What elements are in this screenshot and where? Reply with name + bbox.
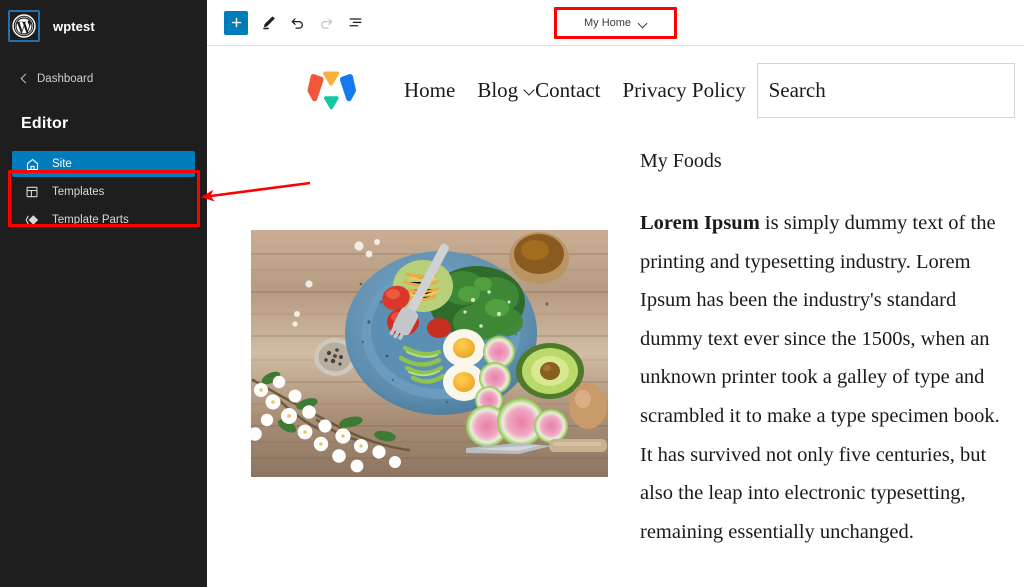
search-input[interactable]: [768, 78, 1014, 103]
content-paragraph: Lorem Ipsum is simply dummy text of the …: [640, 204, 1014, 551]
site-nav-item-contact[interactable]: Contact: [535, 78, 600, 103]
site-search-box[interactable]: [756, 63, 1015, 118]
content-heading: My Foods: [640, 150, 722, 172]
chevron-left-icon: [19, 74, 29, 84]
add-block-button[interactable]: [224, 10, 248, 35]
redo-button[interactable]: [314, 11, 338, 35]
site-navigation: Home Blog Contact Privacy Policy: [404, 78, 746, 103]
content-column-right: My Foods Lorem Ipsum is simply dummy tex…: [608, 141, 1024, 551]
chevron-down-icon: [524, 86, 535, 97]
sidebar-nav: Site Templates Template Parts: [0, 151, 207, 233]
edit-tool-button[interactable]: [256, 11, 280, 35]
editor-sidebar: wptest Dashboard Editor Site Templates T…: [0, 0, 207, 587]
editor-toolbar: My Home: [207, 0, 1024, 46]
food-photo-image: [251, 230, 608, 477]
annotation-highlight-box-document-title: My Home: [554, 7, 677, 39]
site-nav-item-blog[interactable]: Blog: [477, 78, 535, 103]
document-title-button[interactable]: My Home: [557, 10, 674, 36]
site-preview-canvas: Home Blog Contact Privacy Policy Search …: [207, 46, 1024, 587]
site-nav-item-home[interactable]: Home: [404, 78, 455, 103]
site-header: Home Blog Contact Privacy Policy: [207, 46, 1024, 135]
sidebar-item-templates[interactable]: Templates: [12, 179, 195, 205]
sidebar-item-site-label: Site: [52, 158, 72, 170]
undo-button[interactable]: [285, 11, 309, 35]
site-identity-row[interactable]: wptest: [0, 4, 207, 48]
content-paragraph-rest: is simply dummy text of the printing and…: [640, 212, 1000, 543]
sidebar-item-template-parts-label: Template Parts: [52, 214, 129, 226]
sidebar-heading: Editor: [21, 115, 69, 132]
content-column-left: [207, 141, 608, 551]
template-parts-icon: [24, 212, 40, 228]
sidebar-item-templates-label: Templates: [52, 186, 105, 198]
document-title-label: My Home: [583, 17, 632, 29]
list-view-button[interactable]: [343, 11, 367, 35]
wordpress-logo-icon[interactable]: [8, 10, 40, 42]
home-icon: [24, 156, 40, 172]
chevron-down-icon: [638, 19, 647, 28]
layout-icon: [24, 184, 40, 200]
site-title: wptest: [53, 18, 95, 34]
page-content: My Foods Lorem Ipsum is simply dummy tex…: [207, 135, 1024, 551]
w-mark-logo-icon[interactable]: [303, 66, 361, 116]
site-nav-item-privacy-policy[interactable]: Privacy Policy: [623, 78, 746, 103]
sidebar-item-template-parts[interactable]: Template Parts: [12, 207, 195, 233]
sidebar-item-site[interactable]: Site: [12, 151, 195, 177]
wordpress-site-editor: wptest Dashboard Editor Site Templates T…: [0, 0, 1024, 587]
content-paragraph-lead: Lorem Ipsum: [640, 212, 760, 234]
editor-main: My Home Home Blog Contact Privacy Policy…: [207, 0, 1024, 587]
back-to-dashboard-link[interactable]: Dashboard: [0, 69, 207, 89]
site-nav-item-blog-label[interactable]: Blog: [477, 78, 518, 103]
back-to-dashboard-label: Dashboard: [37, 73, 94, 85]
